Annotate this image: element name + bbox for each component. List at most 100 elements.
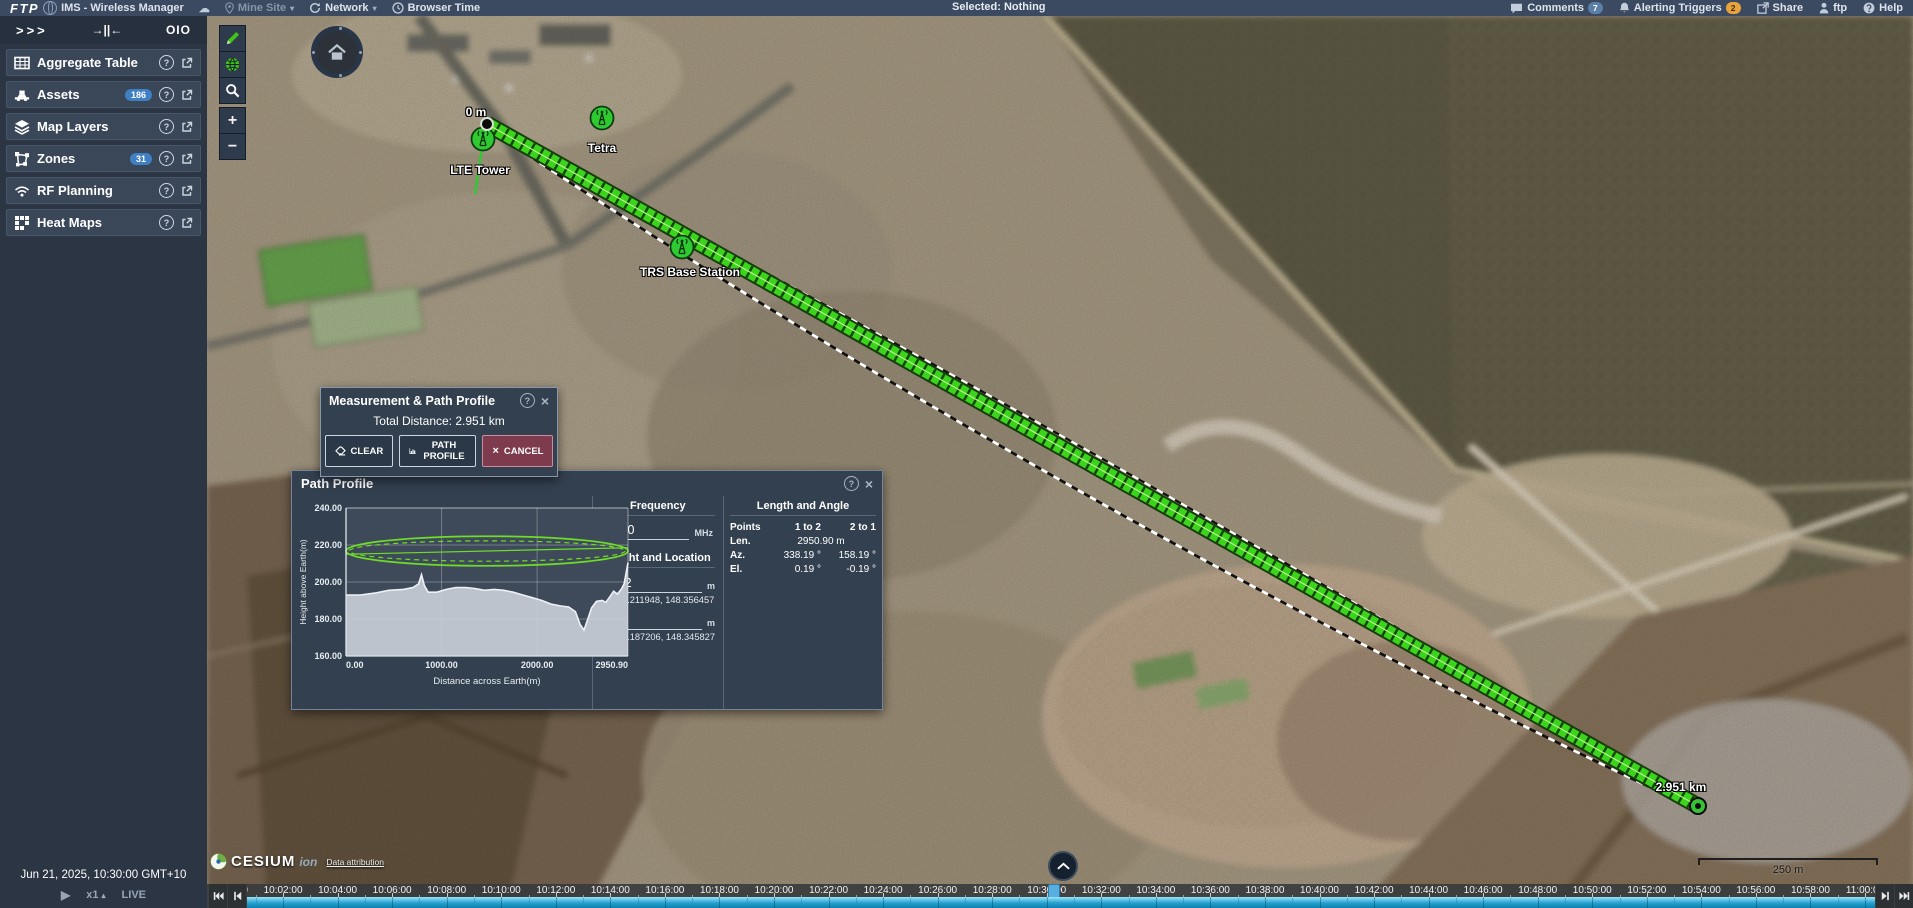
refresh-icon xyxy=(309,2,321,14)
help-icon[interactable]: ? xyxy=(159,151,174,166)
alerting-count-badge: 2 xyxy=(1726,2,1741,14)
external-link-icon[interactable] xyxy=(181,121,193,133)
time-source-label: Browser Time xyxy=(408,2,481,14)
bell-icon xyxy=(1619,2,1630,14)
globe-view-tool-button[interactable] xyxy=(219,51,246,78)
sidebar-item-rf-planning[interactable]: RF Planning? xyxy=(6,177,201,204)
zoom-out-button[interactable]: − xyxy=(219,133,246,160)
tower-label-trs-base-station: TRS Base Station xyxy=(640,265,740,279)
timeline-step-forward-button[interactable] xyxy=(1876,884,1894,908)
compass-home-button[interactable] xyxy=(311,26,363,78)
playback-speed[interactable]: x1 ▴ xyxy=(86,889,105,901)
cesium-credit[interactable]: CESIUM ion Data attribution xyxy=(210,853,384,870)
compass-south-tick xyxy=(339,74,342,77)
tower-marker-tetra[interactable] xyxy=(589,105,615,131)
alerting-triggers-button[interactable]: Alerting Triggers 2 xyxy=(1619,2,1741,14)
user-menu[interactable]: ftp xyxy=(1819,2,1847,14)
sidebar-item-aggregate-table[interactable]: Aggregate Table? xyxy=(6,49,201,76)
zones-icon xyxy=(14,151,30,167)
cancel-button[interactable]: × CANCEL xyxy=(482,435,553,467)
measure-start-point[interactable] xyxy=(480,117,494,131)
eraser-icon xyxy=(335,446,346,456)
external-link-icon[interactable] xyxy=(181,57,193,69)
timeline-skip-start-button[interactable] xyxy=(209,884,227,908)
sidebar-item-label: Aggregate Table xyxy=(37,55,152,70)
external-link-icon[interactable] xyxy=(181,89,193,101)
svg-text:0.00: 0.00 xyxy=(346,660,364,670)
play-button[interactable]: ▶ xyxy=(61,888,70,902)
measurement-dialog-header[interactable]: Measurement & Path Profile ? × xyxy=(321,388,557,411)
timeline-track-tick xyxy=(692,897,693,903)
compass-east-tick xyxy=(359,51,362,54)
topbar-right-group: Comments 7 Alerting Triggers 2 Share ftp… xyxy=(1510,2,1903,14)
path-profile-button[interactable]: PATH PROFILE xyxy=(399,435,476,467)
external-link-icon[interactable] xyxy=(181,153,193,165)
timeline-track-tick xyxy=(1183,897,1184,903)
measure-end-label: 2.951 km xyxy=(1656,780,1707,794)
timeline-track-tick xyxy=(1538,897,1539,908)
sidebar-item-map-layers[interactable]: Map Layers? xyxy=(6,113,201,140)
timeline-skip-end-button[interactable] xyxy=(1895,884,1913,908)
site-selector[interactable]: Mine Site ▾ xyxy=(225,2,294,14)
timeline-track-tick xyxy=(1101,897,1102,908)
timeline-track-tick xyxy=(1238,897,1239,903)
network-selector[interactable]: Network ▾ xyxy=(309,2,376,14)
sidebar-item-assets[interactable]: Assets186? xyxy=(6,81,201,108)
sidebar-item-heat-maps[interactable]: Heat Maps? xyxy=(6,209,201,236)
draw-measure-tool-button[interactable] xyxy=(219,25,246,52)
expand-sidebar-button[interactable]: >>> xyxy=(16,23,48,38)
timeline-step-back-button[interactable] xyxy=(228,884,246,908)
help-icon[interactable]: ? xyxy=(159,215,174,230)
help-icon[interactable]: ? xyxy=(159,119,174,134)
app-logo[interactable]: FTP IMS - Wireless Manager xyxy=(10,1,184,16)
tower-label-tetra: Tetra xyxy=(588,141,616,155)
panel-title: Path Profile xyxy=(301,476,373,491)
timeline-track-tick xyxy=(529,897,530,903)
compass-west-tick xyxy=(312,51,315,54)
help-icon[interactable]: ? xyxy=(159,87,174,102)
timeline-track-tick xyxy=(1674,897,1675,903)
data-attribution-link[interactable]: Data attribution xyxy=(326,857,384,867)
timeline-track-tick xyxy=(1374,897,1375,908)
tower-marker-trs-base-station[interactable] xyxy=(669,234,695,260)
dialog-help-icon[interactable]: ? xyxy=(520,393,535,408)
timeline-scale[interactable]: 10:00:0010:02:0010:04:0010:06:0010:08:00… xyxy=(247,884,1875,897)
panel-close-icon[interactable]: × xyxy=(865,477,873,491)
panel-help-icon[interactable]: ? xyxy=(844,476,859,491)
measure-end-point[interactable] xyxy=(1689,797,1707,815)
external-link-icon[interactable] xyxy=(181,185,193,197)
zoom-in-button[interactable]: + xyxy=(219,107,246,134)
dialog-close-icon[interactable]: × xyxy=(541,394,549,408)
help-icon[interactable]: ? xyxy=(159,55,174,70)
svg-text:160.00: 160.00 xyxy=(314,651,342,661)
clock-icon xyxy=(392,2,404,14)
plus-icon: + xyxy=(228,113,237,129)
layout-panes-icon[interactable]: OIO xyxy=(166,23,191,37)
la-row-name: El. xyxy=(730,564,766,575)
timeline-track-tick xyxy=(447,897,448,908)
chevron-down-icon: ▾ xyxy=(373,4,377,13)
collapse-panels-icon[interactable]: →||← xyxy=(92,23,123,37)
timeline-current-time-marker[interactable] xyxy=(1048,884,1060,897)
live-button[interactable]: LIVE xyxy=(122,889,146,901)
map-search-button[interactable] xyxy=(219,77,246,104)
timeline-bar[interactable]: 10:00:0010:02:0010:04:0010:06:0010:08:00… xyxy=(207,884,1913,908)
help-button[interactable]: Help xyxy=(1863,2,1903,14)
timeline-progress-track[interactable] xyxy=(247,897,1875,908)
timeline-collapse-button[interactable] xyxy=(1048,851,1078,881)
help-icon[interactable]: ? xyxy=(159,183,174,198)
sidebar-item-zones[interactable]: Zones31? xyxy=(6,145,201,172)
svg-text:2000.00: 2000.00 xyxy=(521,660,554,670)
time-source-selector[interactable]: Browser Time xyxy=(392,2,481,14)
timeline-track-tick xyxy=(365,897,366,903)
compass-north-tick xyxy=(339,27,342,30)
share-button[interactable]: Share xyxy=(1757,2,1804,14)
timeline-track-tick xyxy=(910,897,911,903)
timeline-track-tick xyxy=(1047,897,1048,908)
map-viewport[interactable]: + − LTE TowerTetraTRS Base Station 0 m 2… xyxy=(207,16,1913,908)
timeline-track-tick xyxy=(419,897,420,903)
comments-button[interactable]: Comments 7 xyxy=(1510,2,1603,14)
external-link-icon[interactable] xyxy=(181,217,193,229)
clear-button[interactable]: CLEAR xyxy=(325,435,394,467)
timeline-track-tick xyxy=(883,897,884,908)
